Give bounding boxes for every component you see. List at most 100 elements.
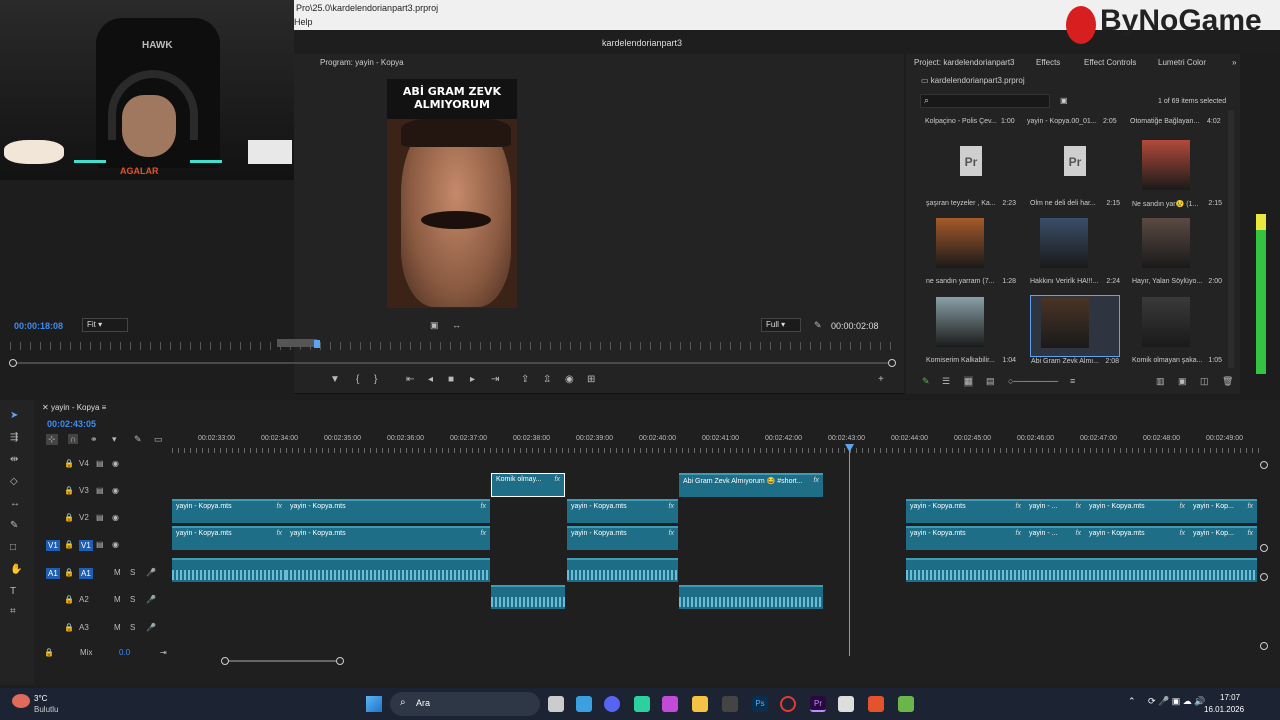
sync-lock-icon[interactable]: ▤ — [96, 540, 104, 549]
mix-value[interactable]: 0.0 — [119, 648, 130, 657]
unity-icon[interactable] — [722, 696, 738, 712]
mark-in-icon[interactable]: { — [356, 374, 359, 385]
settings-icon[interactable]: ▣ — [430, 320, 439, 331]
track-header[interactable]: 🔒 A2 M S 🎤 — [44, 590, 170, 616]
solo-icon[interactable]: S — [130, 568, 135, 577]
freeform-view-icon[interactable]: ▤ — [986, 376, 995, 387]
quality-select[interactable]: Full ▾ — [761, 318, 801, 332]
video-clip[interactable]: Komik olmay... fx — [491, 473, 565, 497]
app-icon[interactable] — [634, 696, 650, 712]
extract-icon[interactable]: ⇫ — [543, 374, 551, 385]
video-clip[interactable]: yayin - Kopya.mts fx — [906, 499, 1025, 523]
export-frame-icon[interactable]: ◉ — [565, 374, 574, 385]
app2-icon[interactable] — [662, 696, 678, 712]
captions-track-icon[interactable]: ▭ — [154, 434, 163, 445]
track-header[interactable]: V1 🔒 V1 ▤ ◉ — [44, 535, 170, 561]
program-current-time[interactable]: 00:00:18:08 — [14, 321, 63, 331]
video-clip[interactable]: yayin - ... fx — [1025, 499, 1085, 523]
track-header[interactable]: 🔒 V3 ▤ ◉ — [44, 481, 170, 507]
app4-icon[interactable] — [898, 696, 914, 712]
panel-menu-icon[interactable]: » — [1232, 58, 1236, 67]
trash-icon[interactable]: 🗑 — [1222, 376, 1233, 387]
track-header[interactable]: 🔒 A3 M S 🎤 — [44, 618, 170, 644]
project-item[interactable]: Hayır, Yalan Söylüyo... 2:00 — [1132, 216, 1222, 285]
eye-icon[interactable]: ◉ — [112, 540, 119, 549]
lock-icon[interactable]: 🔒 — [64, 486, 74, 495]
video-clip[interactable]: yayin - Kop... fx — [1189, 499, 1257, 523]
video-clip[interactable]: Abi Gram Zevk Almıyorum 😂 #short... fx — [679, 473, 823, 497]
brave-icon[interactable] — [868, 696, 884, 712]
new-bin-footer-icon[interactable]: ▣ — [1178, 376, 1187, 387]
premiere-icon[interactable]: Pr — [810, 696, 826, 712]
sync-lock-icon[interactable]: ▤ — [96, 486, 104, 495]
video-clip[interactable]: yayin - Kopya.mts fx — [567, 499, 678, 523]
razor-icon[interactable]: ◇ — [10, 476, 18, 487]
opera-icon[interactable] — [780, 696, 796, 712]
pen-icon[interactable]: ✎ — [10, 520, 18, 531]
vscroll-top[interactable] — [1260, 461, 1268, 469]
track-select-icon[interactable]: ⇶ — [10, 432, 18, 443]
audio-clip[interactable] — [172, 558, 286, 582]
video-clip[interactable]: yayin - Kopya.mts fx — [906, 526, 1025, 550]
video-clip[interactable]: yayin - Kopya.mts fx — [286, 526, 490, 550]
tab-effect-controls[interactable]: Effect Controls — [1084, 58, 1136, 67]
captions-icon[interactable]: ⌗ — [10, 606, 16, 617]
add-button-icon[interactable]: + — [878, 374, 884, 385]
project-item[interactable]: Komik olmayan şaka... 1:05 — [1132, 295, 1222, 364]
solo-icon[interactable]: S — [130, 623, 135, 632]
lock-icon[interactable]: 🔒 — [64, 540, 74, 549]
timeline-zoom-right[interactable] — [336, 657, 344, 665]
tray-icons[interactable]: ⟳ 🎤 ▣ ☁ 🔊 — [1148, 696, 1205, 707]
vscroll-mid[interactable] — [1260, 544, 1268, 552]
fit-select[interactable]: Fit ▾ — [82, 318, 128, 332]
source-patch[interactable]: A1 — [46, 568, 60, 579]
project-item[interactable]: Komiserim Kalkabilir... 1:04 — [926, 295, 1016, 364]
sort-icon[interactable]: ≡ — [1070, 376, 1075, 386]
audio-clip[interactable] — [567, 558, 678, 582]
program-title[interactable]: Program: yayin - Kopya — [320, 58, 404, 74]
sequence-tab[interactable]: ✕ yayin - Kopya ≡ — [42, 403, 106, 412]
video-clip[interactable]: yayin - Kopya.mts fx — [1085, 526, 1189, 550]
eye-icon[interactable]: ◉ — [112, 513, 119, 522]
new-bin-icon[interactable]: ▣ — [1060, 96, 1068, 105]
zoom-handle-left[interactable] — [9, 359, 17, 367]
mute-icon[interactable]: M — [114, 623, 121, 632]
step-forward-icon[interactable]: ▸ — [470, 374, 475, 385]
eye-icon[interactable]: ◉ — [112, 459, 119, 468]
photoshop-icon[interactable]: Ps — [752, 696, 768, 712]
slip-icon[interactable]: ↔ — [10, 498, 20, 509]
timeline-settings-icon[interactable]: ✎ — [134, 434, 142, 445]
stop-icon[interactable]: ■ — [448, 374, 454, 385]
app3-icon[interactable] — [838, 696, 854, 712]
tab-project[interactable]: Project: kardelendorianpart3 — [914, 58, 1015, 67]
list-item[interactable]: Otomatiğe Bağlayan... — [1130, 118, 1199, 125]
timeline-timecode[interactable]: 00:02:43:05 — [47, 419, 96, 429]
pencil-icon[interactable]: ✎ — [922, 376, 930, 387]
automate-icon[interactable]: ▥ — [1156, 376, 1165, 387]
wrench-icon[interactable]: ✎ — [814, 320, 822, 331]
add-marker-timeline-icon[interactable]: ▾ — [112, 434, 117, 445]
file-explorer-icon[interactable] — [692, 696, 708, 712]
program-ruler[interactable] — [10, 342, 894, 350]
audio-clip[interactable] — [1189, 558, 1257, 582]
search-box[interactable]: ⌕ Ara — [390, 692, 540, 716]
audio-clip[interactable] — [491, 585, 565, 609]
rectangle-icon[interactable]: □ — [10, 542, 16, 553]
audio-clip[interactable] — [1085, 558, 1189, 582]
add-marker-icon[interactable]: ▼ — [330, 374, 340, 385]
track-header[interactable]: 🔒 V2 ▤ ◉ — [44, 508, 170, 534]
mix-expand-icon[interactable]: ⇥ — [160, 648, 167, 657]
sync-lock-icon[interactable]: ▤ — [96, 459, 104, 468]
hand-icon[interactable]: ✋ — [10, 564, 22, 575]
start-icon[interactable] — [366, 696, 382, 712]
lock-icon[interactable]: 🔒 — [64, 513, 74, 522]
weather-temp[interactable]: 3°C — [34, 694, 47, 703]
timeline-zoom-bar[interactable] — [226, 660, 340, 662]
vscroll-bottom[interactable] — [1260, 642, 1268, 650]
go-to-in-icon[interactable]: ⇤ — [406, 374, 414, 385]
track-header[interactable]: A1 🔒 A1 M S 🎤 — [44, 563, 170, 589]
video-clip[interactable]: yayin - Kopya.mts fx — [1085, 499, 1189, 523]
video-clip[interactable]: yayin - ... fx — [1025, 526, 1085, 550]
mic-icon[interactable]: 🎤 — [146, 595, 156, 604]
sync-lock-icon[interactable]: ▤ — [96, 513, 104, 522]
